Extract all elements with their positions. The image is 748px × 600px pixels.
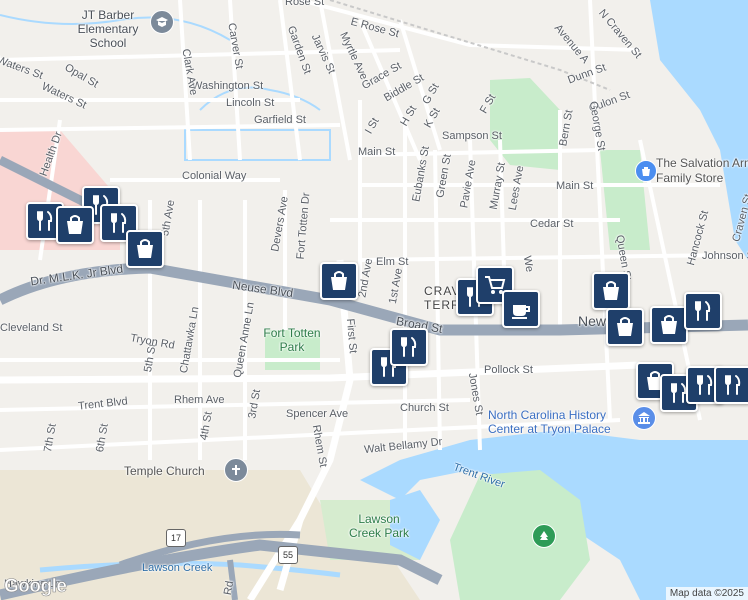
street-label: Rose St [285, 0, 325, 8]
street-label: Colonial Way [182, 170, 247, 182]
map-marker-restaurant[interactable] [684, 292, 722, 330]
shopping-icon[interactable] [635, 160, 657, 182]
school-icon[interactable] [150, 10, 174, 34]
google-logo: Google [4, 576, 68, 598]
shopping-icon [661, 315, 677, 334]
restaurant-icon [37, 211, 53, 231]
map-marker-shopping[interactable] [650, 306, 688, 344]
street-label: Church St [400, 402, 449, 414]
map-marker-shopping[interactable] [126, 230, 164, 268]
street-label: Spencer Ave [286, 408, 349, 420]
shopping-icon [137, 239, 153, 258]
map-marker-shopping[interactable] [606, 308, 644, 346]
shopping-icon [67, 215, 83, 234]
shopping-icon [331, 271, 347, 290]
restaurant-icon [695, 301, 711, 321]
map-marker-shopping[interactable] [320, 262, 358, 300]
school-label: JT Barber Elementary School [77, 8, 139, 50]
map-marker-restaurant[interactable] [390, 328, 428, 366]
street-label: Pollock St [484, 364, 533, 376]
map-marker-shopping[interactable] [592, 272, 630, 310]
nc-55-shield-icon: 55 [278, 546, 298, 564]
fort-totten-park-label: Fort Totten Park [263, 326, 321, 354]
restaurant-icon [401, 337, 417, 357]
map-marker-cafe[interactable] [502, 290, 540, 328]
us-17-shield-icon: 17 [166, 529, 186, 547]
map-marker-shopping[interactable] [56, 206, 94, 244]
salvation-army-label: The Salvation Army Family Store [656, 156, 748, 185]
street-label: Rd [221, 580, 237, 596]
street-label: Cedar St [530, 218, 574, 230]
museum-icon[interactable] [632, 406, 656, 430]
cafe-icon [512, 305, 530, 319]
street-label: Rhem Ave [174, 394, 225, 406]
map-canvas[interactable] [0, 0, 748, 600]
street-label: Cleveland St [0, 322, 63, 334]
street-label: Garfield St [254, 114, 306, 126]
park-icon[interactable] [532, 524, 556, 548]
street-label: We [520, 254, 536, 274]
shopping-icon [603, 281, 619, 300]
street-label: Washington St [192, 80, 264, 92]
history-center-label: North Carolina History Center at Tryon P… [488, 408, 611, 436]
street-label: New [578, 313, 607, 329]
restaurant-icon [725, 375, 741, 395]
map-attribution[interactable]: Map data ©2025 [665, 587, 748, 600]
lawson-creek-label: Lawson Creek [142, 562, 213, 574]
lawson-creek-park-label: Lawson Creek Park [348, 512, 410, 540]
church-icon[interactable] [224, 458, 248, 482]
street-label: Main St [556, 180, 594, 192]
street-label: Main St [358, 146, 396, 158]
map-marker-restaurant[interactable] [714, 366, 748, 404]
street-label: Sampson St [442, 130, 502, 142]
street-label: Johnson St [702, 250, 748, 262]
street-label: Lincoln St [226, 97, 275, 109]
shopping-icon [617, 317, 633, 336]
temple-church-label: Temple Church [124, 464, 205, 478]
